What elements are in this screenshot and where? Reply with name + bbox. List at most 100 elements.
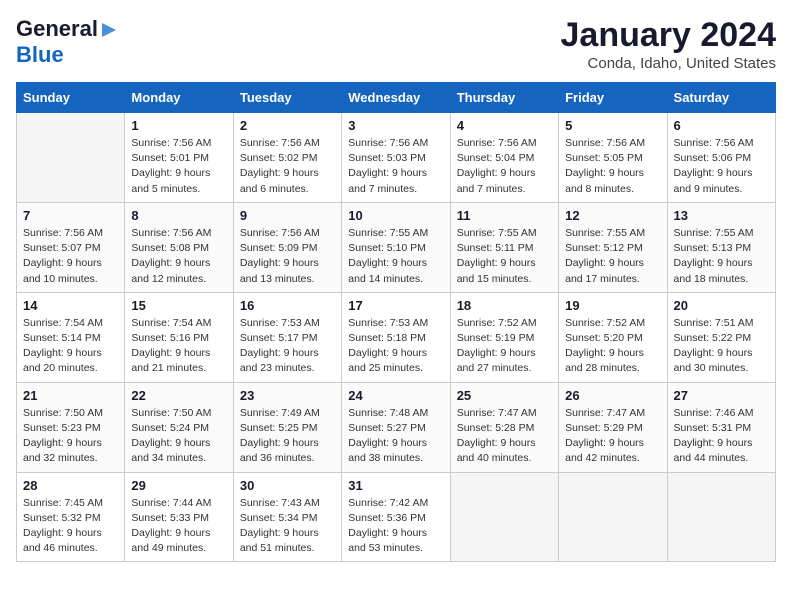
day-detail: Sunrise: 7:56 AMSunset: 5:09 PMDaylight:… [240,226,335,287]
calendar-cell: 21 Sunrise: 7:50 AMSunset: 5:23 PMDayligh… [17,382,125,472]
day-number: 10 [348,208,443,223]
day-number: 6 [674,118,769,133]
calendar-cell: 24 Sunrise: 7:48 AMSunset: 5:27 PMDayligh… [342,382,450,472]
calendar-cell: 30 Sunrise: 7:43 AMSunset: 5:34 PMDayligh… [233,472,341,562]
day-number: 31 [348,478,443,493]
calendar-cell: 9Sunrise: 7:56 AMSunset: 5:09 PMDaylight… [233,202,341,292]
day-number: 25 [457,388,552,403]
logo-blue: Blue [16,42,64,67]
day-detail: Sunrise: 7:55 AMSunset: 5:11 PMDaylight:… [457,226,552,287]
calendar-cell [17,113,125,203]
week-row-1: 7Sunrise: 7:56 AMSunset: 5:07 PMDaylight… [17,202,776,292]
calendar-cell: 10 Sunrise: 7:55 AMSunset: 5:10 PMDayligh… [342,202,450,292]
header-friday: Friday [559,83,667,113]
header-tuesday: Tuesday [233,83,341,113]
day-detail: Sunrise: 7:56 AMSunset: 5:04 PMDaylight:… [457,136,552,197]
day-number: 19 [565,298,660,313]
day-detail: Sunrise: 7:51 AMSunset: 5:22 PMDaylight:… [674,316,769,377]
calendar-cell: 12 Sunrise: 7:55 AMSunset: 5:12 PMDayligh… [559,202,667,292]
day-number: 22 [131,388,226,403]
day-detail: Sunrise: 7:50 AMSunset: 5:24 PMDaylight:… [131,406,226,467]
day-number: 15 [131,298,226,313]
calendar-cell [559,472,667,562]
calendar-cell: 13 Sunrise: 7:55 AMSunset: 5:13 PMDayligh… [667,202,775,292]
day-number: 24 [348,388,443,403]
day-detail: Sunrise: 7:55 AMSunset: 5:12 PMDaylight:… [565,226,660,287]
calendar-cell: 28 Sunrise: 7:45 AMSunset: 5:32 PMDayligh… [17,472,125,562]
day-detail: Sunrise: 7:47 AMSunset: 5:28 PMDaylight:… [457,406,552,467]
header-row: SundayMondayTuesdayWednesdayThursdayFrid… [17,83,776,113]
day-detail: Sunrise: 7:56 AMSunset: 5:02 PMDaylight:… [240,136,335,197]
day-number: 13 [674,208,769,223]
day-number: 23 [240,388,335,403]
day-number: 17 [348,298,443,313]
day-number: 2 [240,118,335,133]
day-number: 27 [674,388,769,403]
day-detail: Sunrise: 7:42 AMSunset: 5:36 PMDaylight:… [348,496,443,557]
calendar-cell: 23 Sunrise: 7:49 AMSunset: 5:25 PMDayligh… [233,382,341,472]
calendar-cell: 4 Sunrise: 7:56 AMSunset: 5:04 PMDaylight… [450,113,558,203]
day-number: 20 [674,298,769,313]
day-detail: Sunrise: 7:49 AMSunset: 5:25 PMDaylight:… [240,406,335,467]
week-row-2: 14 Sunrise: 7:54 AMSunset: 5:14 PMDayligh… [17,292,776,382]
calendar-cell: 18Sunrise: 7:52 AMSunset: 5:19 PMDayligh… [450,292,558,382]
day-detail: Sunrise: 7:52 AMSunset: 5:19 PMDaylight:… [457,316,552,377]
day-detail: Sunrise: 7:47 AMSunset: 5:29 PMDaylight:… [565,406,660,467]
day-detail: Sunrise: 7:44 AMSunset: 5:33 PMDaylight:… [131,496,226,557]
calendar-cell: 11 Sunrise: 7:55 AMSunset: 5:11 PMDayligh… [450,202,558,292]
day-number: 21 [23,388,118,403]
day-detail: Sunrise: 7:43 AMSunset: 5:34 PMDaylight:… [240,496,335,557]
day-detail: Sunrise: 7:56 AMSunset: 5:03 PMDaylight:… [348,136,443,197]
calendar-cell: 6Sunrise: 7:56 AMSunset: 5:06 PMDaylight… [667,113,775,203]
week-row-4: 28 Sunrise: 7:45 AMSunset: 5:32 PMDayligh… [17,472,776,562]
day-detail: Sunrise: 7:50 AMSunset: 5:23 PMDaylight:… [23,406,118,467]
calendar-cell: 14 Sunrise: 7:54 AMSunset: 5:14 PMDayligh… [17,292,125,382]
logo-general: General [16,16,98,42]
day-detail: Sunrise: 7:54 AMSunset: 5:14 PMDaylight:… [23,316,118,377]
day-number: 5 [565,118,660,133]
day-detail: Sunrise: 7:48 AMSunset: 5:27 PMDaylight:… [348,406,443,467]
day-detail: Sunrise: 7:46 AMSunset: 5:31 PMDaylight:… [674,406,769,467]
day-number: 14 [23,298,118,313]
day-number: 8 [131,208,226,223]
week-row-3: 21 Sunrise: 7:50 AMSunset: 5:23 PMDayligh… [17,382,776,472]
month-title: January 2024 [561,16,777,55]
day-detail: Sunrise: 7:45 AMSunset: 5:32 PMDaylight:… [23,496,118,557]
day-number: 3 [348,118,443,133]
calendar-cell: 16Sunrise: 7:53 AMSunset: 5:17 PMDayligh… [233,292,341,382]
header-monday: Monday [125,83,233,113]
calendar-cell: 3 Sunrise: 7:56 AMSunset: 5:03 PMDaylight… [342,113,450,203]
calendar-cell: 15 Sunrise: 7:54 AMSunset: 5:16 PMDayligh… [125,292,233,382]
calendar-cell: 7Sunrise: 7:56 AMSunset: 5:07 PMDaylight… [17,202,125,292]
calendar-cell [667,472,775,562]
calendar-cell: 20 Sunrise: 7:51 AMSunset: 5:22 PMDayligh… [667,292,775,382]
header-saturday: Saturday [667,83,775,113]
calendar-cell [450,472,558,562]
day-number: 11 [457,208,552,223]
day-detail: Sunrise: 7:52 AMSunset: 5:20 PMDaylight:… [565,316,660,377]
day-number: 28 [23,478,118,493]
day-detail: Sunrise: 7:53 AMSunset: 5:18 PMDaylight:… [348,316,443,377]
week-row-0: 1Sunrise: 7:56 AMSunset: 5:01 PMDaylight… [17,113,776,203]
day-detail: Sunrise: 7:55 AMSunset: 5:10 PMDaylight:… [348,226,443,287]
day-number: 12 [565,208,660,223]
day-number: 4 [457,118,552,133]
calendar-cell: 29Sunrise: 7:44 AMSunset: 5:33 PMDayligh… [125,472,233,562]
calendar-header: SundayMondayTuesdayWednesdayThursdayFrid… [17,83,776,113]
calendar-cell: 27 Sunrise: 7:46 AMSunset: 5:31 PMDayligh… [667,382,775,472]
day-number: 30 [240,478,335,493]
location: Conda, Idaho, United States [561,55,777,72]
day-detail: Sunrise: 7:55 AMSunset: 5:13 PMDaylight:… [674,226,769,287]
calendar-cell: 1Sunrise: 7:56 AMSunset: 5:01 PMDaylight… [125,113,233,203]
calendar-cell: 5Sunrise: 7:56 AMSunset: 5:05 PMDaylight… [559,113,667,203]
page-header: General Blue January 2024 Conda, Idaho, … [16,16,776,72]
calendar-cell: 26Sunrise: 7:47 AMSunset: 5:29 PMDayligh… [559,382,667,472]
day-detail: Sunrise: 7:54 AMSunset: 5:16 PMDaylight:… [131,316,226,377]
day-detail: Sunrise: 7:56 AMSunset: 5:07 PMDaylight:… [23,226,118,287]
calendar-cell: 25 Sunrise: 7:47 AMSunset: 5:28 PMDayligh… [450,382,558,472]
calendar-cell: 2 Sunrise: 7:56 AMSunset: 5:02 PMDaylight… [233,113,341,203]
header-thursday: Thursday [450,83,558,113]
logo-arrow-icon [100,21,118,39]
calendar-cell: 22 Sunrise: 7:50 AMSunset: 5:24 PMDayligh… [125,382,233,472]
calendar-body: 1Sunrise: 7:56 AMSunset: 5:01 PMDaylight… [17,113,776,562]
